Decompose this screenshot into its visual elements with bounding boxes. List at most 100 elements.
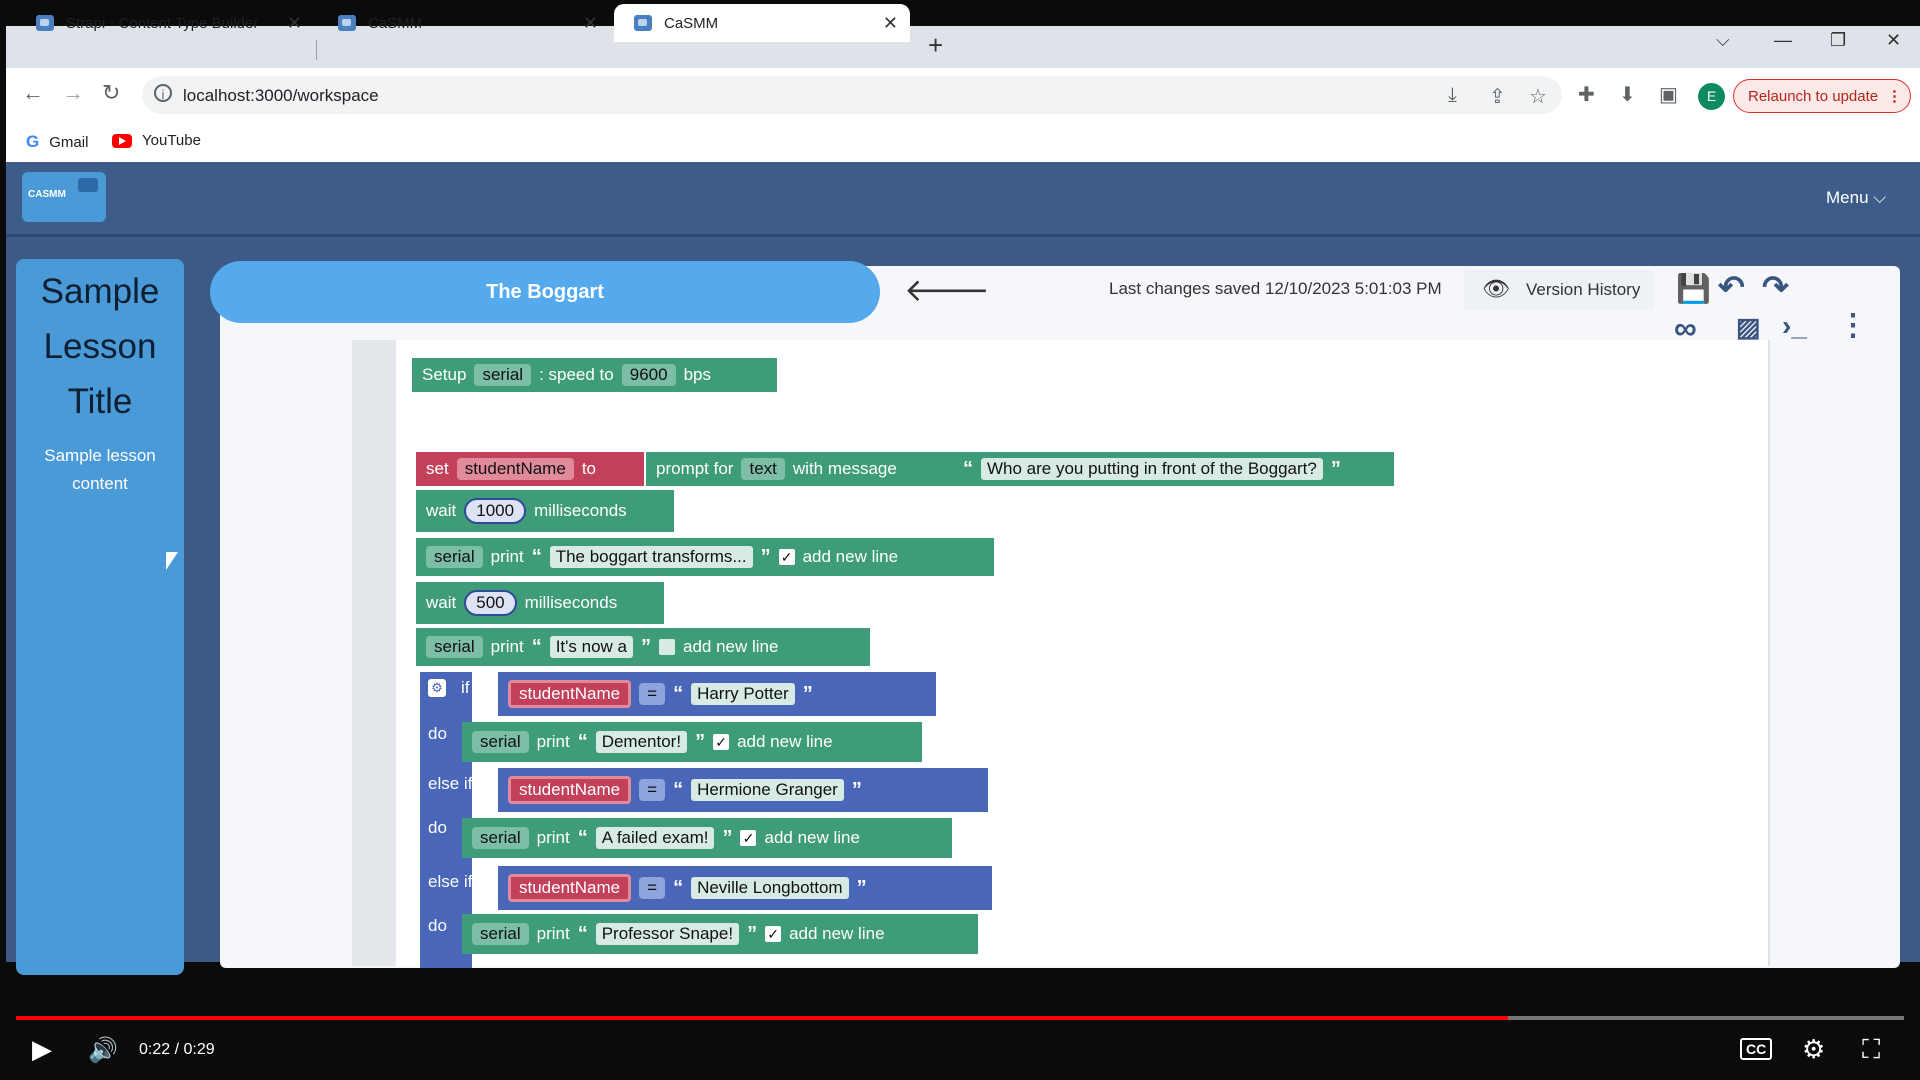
more-menu-icon[interactable]: ⋮ — [1887, 80, 1902, 114]
wait-block[interactable]: wait 500 milliseconds — [416, 582, 664, 624]
settings-gear-icon[interactable]: ⚙ — [1802, 1034, 1825, 1065]
toolbox-flyout[interactable] — [352, 340, 396, 966]
close-tab-icon[interactable]: ✕ — [583, 13, 598, 34]
forward-icon[interactable]: → — [62, 80, 84, 106]
string-value[interactable]: Neville Longbottom — [691, 877, 849, 899]
more-vertical-icon[interactable]: ⋮ — [1838, 308, 1868, 343]
string-value[interactable]: Who are you putting in front of the Bogg… — [981, 458, 1323, 480]
video-progress-fill — [16, 1016, 1508, 1020]
fullscreen-icon[interactable]: ⛶ — [1862, 1034, 1880, 1066]
url-text[interactable]: localhost:3000/workspace — [183, 86, 379, 106]
install-app-icon[interactable]: ⤓ — [1448, 84, 1457, 107]
set-variable-block[interactable]: set studentName to — [416, 452, 644, 486]
variable-dropdown[interactable]: studentName — [508, 680, 632, 708]
string-value[interactable]: Hermione Granger — [691, 779, 844, 801]
reload-icon[interactable]: ↻ — [102, 80, 120, 106]
serial-print-block[interactable]: serial print “ Professor Snape! ” ✓ add … — [462, 914, 978, 954]
wait-block[interactable]: wait 1000 milliseconds — [416, 490, 674, 532]
downloads-icon[interactable]: ⬇ — [1619, 82, 1636, 107]
play-icon[interactable]: ▶ — [32, 1034, 52, 1065]
variable-dropdown[interactable]: studentName — [508, 874, 632, 902]
menu-button[interactable]: Menu ⌵ — [1826, 188, 1886, 208]
checkbox-checked[interactable]: ✓ — [778, 549, 795, 565]
profile-avatar[interactable]: E — [1698, 83, 1725, 110]
operator-dropdown[interactable]: = — [639, 779, 666, 801]
variable-dropdown[interactable]: studentName — [508, 776, 632, 804]
port-dropdown[interactable]: serial — [472, 923, 529, 945]
number-input[interactable]: 1000 — [464, 498, 527, 524]
captions-icon[interactable]: CC — [1740, 1038, 1773, 1060]
operator-dropdown[interactable]: = — [639, 877, 666, 899]
baud-dropdown[interactable]: 9600 — [621, 364, 676, 386]
checkbox-checked[interactable]: ✓ — [740, 830, 757, 846]
prompt-block[interactable]: prompt for text with message — [646, 452, 953, 486]
relaunch-button[interactable]: Relaunch to update ⋮ — [1733, 79, 1911, 113]
image-icon[interactable]: ▨ — [1736, 312, 1761, 343]
close-window-icon[interactable]: ✕ — [1886, 30, 1901, 51]
serial-print-block[interactable]: serial print “ Dementor! ” ✓ add new lin… — [462, 722, 922, 762]
string-block[interactable]: “ Who are you putting in front of the Bo… — [953, 452, 1394, 486]
bookmark-star-icon[interactable]: ☆ — [1529, 84, 1547, 109]
bookmark-gmail[interactable]: G Gmail — [26, 132, 88, 152]
save-icon[interactable]: 💾 — [1676, 272, 1711, 305]
bookmark-youtube[interactable]: YouTube — [112, 132, 201, 149]
tab-casmm-1[interactable]: CaSMM ✕ — [318, 4, 610, 42]
quote-close-icon: ” — [1330, 457, 1341, 480]
minimize-icon[interactable]: — — [1774, 30, 1792, 51]
checkbox-checked[interactable]: ✓ — [765, 926, 782, 942]
string-value[interactable]: Professor Snape! — [595, 923, 740, 945]
port-dropdown[interactable]: serial — [474, 364, 532, 386]
back-arrow-icon[interactable]: 🡐 — [904, 270, 990, 309]
compare-block[interactable]: studentName = “ Harry Potter ” — [498, 672, 936, 716]
lesson-content-line: content — [72, 474, 128, 493]
restore-icon[interactable]: ❐ — [1830, 30, 1846, 51]
variable-dropdown[interactable]: studentName — [456, 458, 574, 480]
site-info-icon[interactable]: i — [154, 84, 172, 102]
checkbox-checked[interactable]: ✓ — [713, 734, 730, 750]
side-panel-icon[interactable]: ▣ — [1659, 82, 1678, 107]
else-if-keyword: else if — [428, 774, 473, 793]
type-dropdown[interactable]: text — [741, 458, 785, 480]
string-value[interactable]: Harry Potter — [691, 683, 795, 705]
port-dropdown[interactable]: serial — [426, 546, 483, 568]
lesson-title: Sample Lesson Title — [16, 264, 184, 429]
casmm-logo[interactable]: CASMM — [22, 172, 106, 222]
string-value[interactable]: A failed exam! — [595, 827, 715, 849]
string-value[interactable]: Dementor! — [595, 731, 688, 753]
volume-icon[interactable]: 🔊 — [88, 1036, 118, 1065]
string-value[interactable]: The boggart transforms... — [549, 546, 753, 568]
quote-open-icon: “ — [963, 457, 973, 480]
operator-dropdown[interactable]: = — [639, 683, 666, 705]
compare-block[interactable]: studentName = “ Neville Longbottom ” — [498, 866, 992, 910]
new-tab-button[interactable]: + — [928, 30, 943, 61]
extensions-icon[interactable]: ✚ — [1578, 82, 1595, 107]
serial-print-block[interactable]: serial print “ It's now a ” add new line — [416, 628, 870, 666]
redo-icon[interactable]: ↷ — [1762, 268, 1789, 306]
tab-strapi[interactable]: Strapi - Content Type Builder ✕ — [16, 4, 314, 42]
port-dropdown[interactable]: serial — [472, 731, 529, 753]
setup-block[interactable]: Setup serial : speed to 9600 bps — [412, 358, 777, 392]
mutator-gear-icon[interactable]: ⚙ — [428, 679, 446, 697]
port-dropdown[interactable]: serial — [472, 827, 529, 849]
undo-icon[interactable]: ↶ — [1718, 268, 1745, 306]
port-dropdown[interactable]: serial — [426, 636, 483, 658]
lesson-content-line: Sample lesson — [44, 446, 156, 465]
quote-close-icon: ” — [802, 682, 813, 705]
number-input[interactable]: 500 — [464, 590, 517, 616]
quote-close-icon: ” — [856, 876, 867, 899]
canvas-scrollbar[interactable] — [1768, 340, 1770, 966]
terminal-icon[interactable]: ›_ — [1782, 310, 1807, 342]
serial-print-block[interactable]: serial print “ A failed exam! ” ✓ add ne… — [462, 818, 952, 858]
share-icon[interactable]: ⇪ — [1489, 84, 1506, 109]
compare-block[interactable]: studentName = “ Hermione Granger ” — [498, 768, 988, 812]
string-value[interactable]: It's now a — [549, 636, 633, 658]
quote-close-icon: ” — [722, 826, 733, 849]
close-tab-icon[interactable]: ✕ — [287, 13, 302, 34]
checkbox-label: add new line — [764, 828, 860, 847]
checkbox-unchecked[interactable] — [658, 639, 675, 655]
tab-search-icon[interactable]: ⌵ — [1716, 30, 1730, 51]
tab-casmm-active[interactable]: CaSMM ✕ — [614, 4, 910, 42]
serial-print-block[interactable]: serial print “ The boggart transforms...… — [416, 538, 994, 576]
close-tab-icon[interactable]: ✕ — [883, 13, 898, 34]
back-icon[interactable]: ← — [22, 80, 44, 106]
